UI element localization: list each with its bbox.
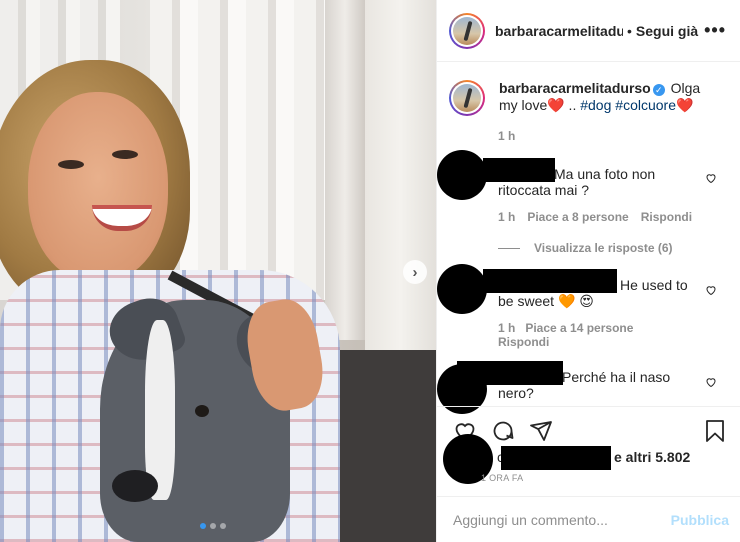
add-comment-bar: Pubblica [437, 496, 740, 542]
heart-outline-icon[interactable] [705, 172, 717, 187]
comment-time[interactable]: 1 h [498, 321, 515, 335]
bookmark-icon[interactable] [703, 419, 727, 443]
dog-nose [112, 470, 158, 502]
comment-input[interactable] [453, 511, 671, 528]
comment-likes[interactable]: Piace a 14 persone [525, 321, 633, 335]
carousel-indicator [200, 523, 226, 529]
carousel-next-button[interactable]: › [403, 260, 427, 284]
heart-eyes-emoji: 😍 [579, 293, 594, 309]
carousel-dot-1 [200, 523, 206, 529]
comment-meta: 1 h Piace a 8 persone Rispondi [498, 210, 692, 224]
comment-time[interactable]: 1 h [498, 210, 515, 224]
heart-emoji: ❤️ [547, 97, 565, 113]
caption-text: barbaracarmelitadurso ✓ Olga my love❤️ ..… [499, 80, 719, 116]
carousel-dot-3 [220, 523, 226, 529]
comment-text: Perché ha il naso nero? [498, 369, 671, 401]
comment-text: Ma una foto non ritoccata mai ? [498, 166, 656, 198]
verified-badge-icon: ✓ [652, 84, 665, 96]
reply-button[interactable]: Rispondi [641, 210, 692, 224]
carousel-dot-2 [210, 523, 216, 529]
header-separator: • [627, 22, 632, 39]
replies-line [498, 247, 520, 249]
post-side-panel: barbaracarmelitadurso • Segui già ••• ba… [436, 0, 740, 542]
post-header: barbaracarmelitadurso • Segui già ••• [437, 0, 740, 62]
dog-eye [195, 405, 209, 417]
view-replies-button[interactable]: Visualizza le risposte (6) [498, 241, 673, 255]
liker-name-redaction [501, 446, 611, 470]
post-timestamp[interactable]: 1 ORA FA [481, 473, 523, 483]
post-photo[interactable]: › [0, 0, 436, 542]
share-icon[interactable] [529, 419, 553, 443]
post-caption: barbaracarmelitadurso ✓ Olga my love❤️ ..… [449, 80, 729, 116]
window-frame [325, 0, 365, 340]
comment-text: He used to be sweet 🧡 😍 [498, 277, 688, 309]
header-avatar[interactable] [449, 12, 485, 49]
comment-avatar-redacted[interactable] [437, 264, 487, 314]
reply-button[interactable]: Rispondi [498, 335, 549, 349]
chevron-right-icon: › [412, 263, 418, 281]
comment-avatar-redacted[interactable] [437, 150, 487, 200]
heart-outline-icon[interactable] [705, 376, 717, 391]
caption-avatar[interactable] [449, 80, 485, 116]
woman-eye-right [112, 150, 138, 159]
publish-button[interactable]: Pubblica [671, 512, 729, 528]
comment-likes[interactable]: Piace a 8 persone [527, 210, 628, 224]
comment-meta: 1 h Piace a 14 persone Rispondi [498, 321, 668, 349]
more-options-icon[interactable]: ••• [704, 20, 726, 41]
heart-outline-icon[interactable] [705, 284, 717, 299]
orange-heart-emoji: 🧡 [557, 293, 576, 309]
hashtag-colcuore[interactable]: #colcuore [615, 97, 676, 113]
woman-face [28, 92, 168, 282]
woman-eye-left [58, 160, 84, 169]
likes-count[interactable]: e altri 5.802 [614, 449, 690, 465]
comment-icon[interactable] [491, 419, 515, 443]
caption-timestamp[interactable]: 1 h [498, 129, 515, 143]
header-username[interactable]: barbaracarmelitadurso [495, 23, 623, 39]
caption-username[interactable]: barbaracarmelitadurso [499, 80, 651, 96]
following-button[interactable]: Segui già [636, 23, 698, 39]
heart-emoji: ❤️ [675, 97, 694, 113]
hashtag-dog[interactable]: #dog [580, 97, 611, 113]
view-replies-label: Visualizza le risposte (6) [534, 241, 673, 255]
caption-dots: .. [564, 97, 581, 113]
